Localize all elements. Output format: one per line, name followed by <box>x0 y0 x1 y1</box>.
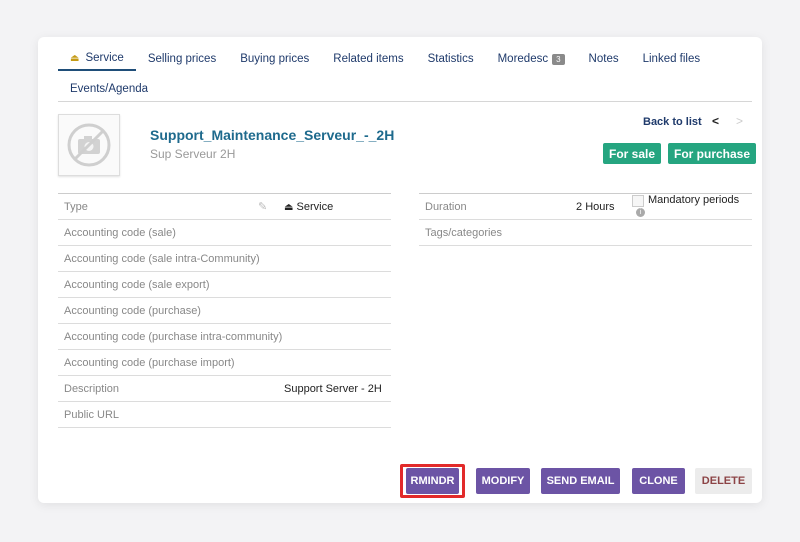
field-row: Accounting code (sale intra-Community) <box>58 246 391 272</box>
field-row-tags: Tags/categories <box>419 220 752 246</box>
modify-button[interactable]: MODIFY <box>476 468 530 494</box>
field-row-description: Description Support Server - 2H <box>58 376 391 402</box>
tab-statistics[interactable]: Statistics <box>416 47 486 71</box>
reminder-highlight <box>400 464 465 498</box>
tab-events-agenda[interactable]: Events/Agenda <box>58 77 160 101</box>
send-email-button[interactable]: SEND EMAIL <box>541 468 620 494</box>
field-row-duration: Duration 2 Hours Mandatory periodsi <box>419 194 752 220</box>
tab-service[interactable]: ⏏ Service <box>58 47 136 71</box>
status-for-sale-badge[interactable]: For sale <box>603 143 662 164</box>
product-label: Sup Serveur 2H <box>150 147 236 161</box>
status-for-purchase-badge[interactable]: For purchase <box>668 143 757 164</box>
tabs-divider <box>58 101 752 102</box>
left-fields-table: Type ✎ ⏏ Service Accounting code (sale) … <box>58 193 391 428</box>
field-row: Accounting code (purchase import) <box>58 350 391 376</box>
tab-moredesc[interactable]: Moredesc 3 <box>486 47 577 71</box>
field-row: Accounting code (purchase) <box>58 298 391 324</box>
tab-linked-files[interactable]: Linked files <box>631 47 713 71</box>
tab-bar: ⏏ Service Selling prices Buying prices R… <box>58 47 712 71</box>
delete-button[interactable]: DELETE <box>695 468 752 494</box>
right-fields-table: Duration 2 Hours Mandatory periodsi Tags… <box>419 193 752 246</box>
eject-icon: ⏏ <box>284 201 294 213</box>
field-row-type: Type ✎ ⏏ Service <box>58 194 391 220</box>
no-photo-icon <box>67 123 111 167</box>
eject-icon: ⏏ <box>70 52 80 64</box>
product-ref: Support_Maintenance_Serveur_-_2H <box>150 127 395 143</box>
tab-buying-prices[interactable]: Buying prices <box>228 47 321 71</box>
field-row: Accounting code (sale export) <box>58 272 391 298</box>
mandatory-periods-checkbox[interactable] <box>632 194 644 207</box>
tab-selling-prices[interactable]: Selling prices <box>136 47 228 71</box>
pencil-icon[interactable]: ✎ <box>258 200 267 213</box>
tab-notes[interactable]: Notes <box>577 47 631 71</box>
field-row-public-url: Public URL <box>58 402 391 428</box>
previous-record-icon[interactable]: < <box>712 114 719 128</box>
tab-bar-2: Events/Agenda <box>58 77 160 101</box>
next-record-icon[interactable]: > <box>736 114 743 128</box>
info-icon: i <box>636 208 645 218</box>
back-to-list-link[interactable]: Back to list <box>643 116 702 128</box>
tab-related-items[interactable]: Related items <box>321 47 415 71</box>
field-row: Accounting code (sale) <box>58 220 391 246</box>
field-row: Accounting code (purchase intra-communit… <box>58 324 391 350</box>
count-badge: 3 <box>552 53 565 65</box>
clone-button[interactable]: CLONE <box>632 468 685 494</box>
product-thumbnail <box>58 114 120 176</box>
